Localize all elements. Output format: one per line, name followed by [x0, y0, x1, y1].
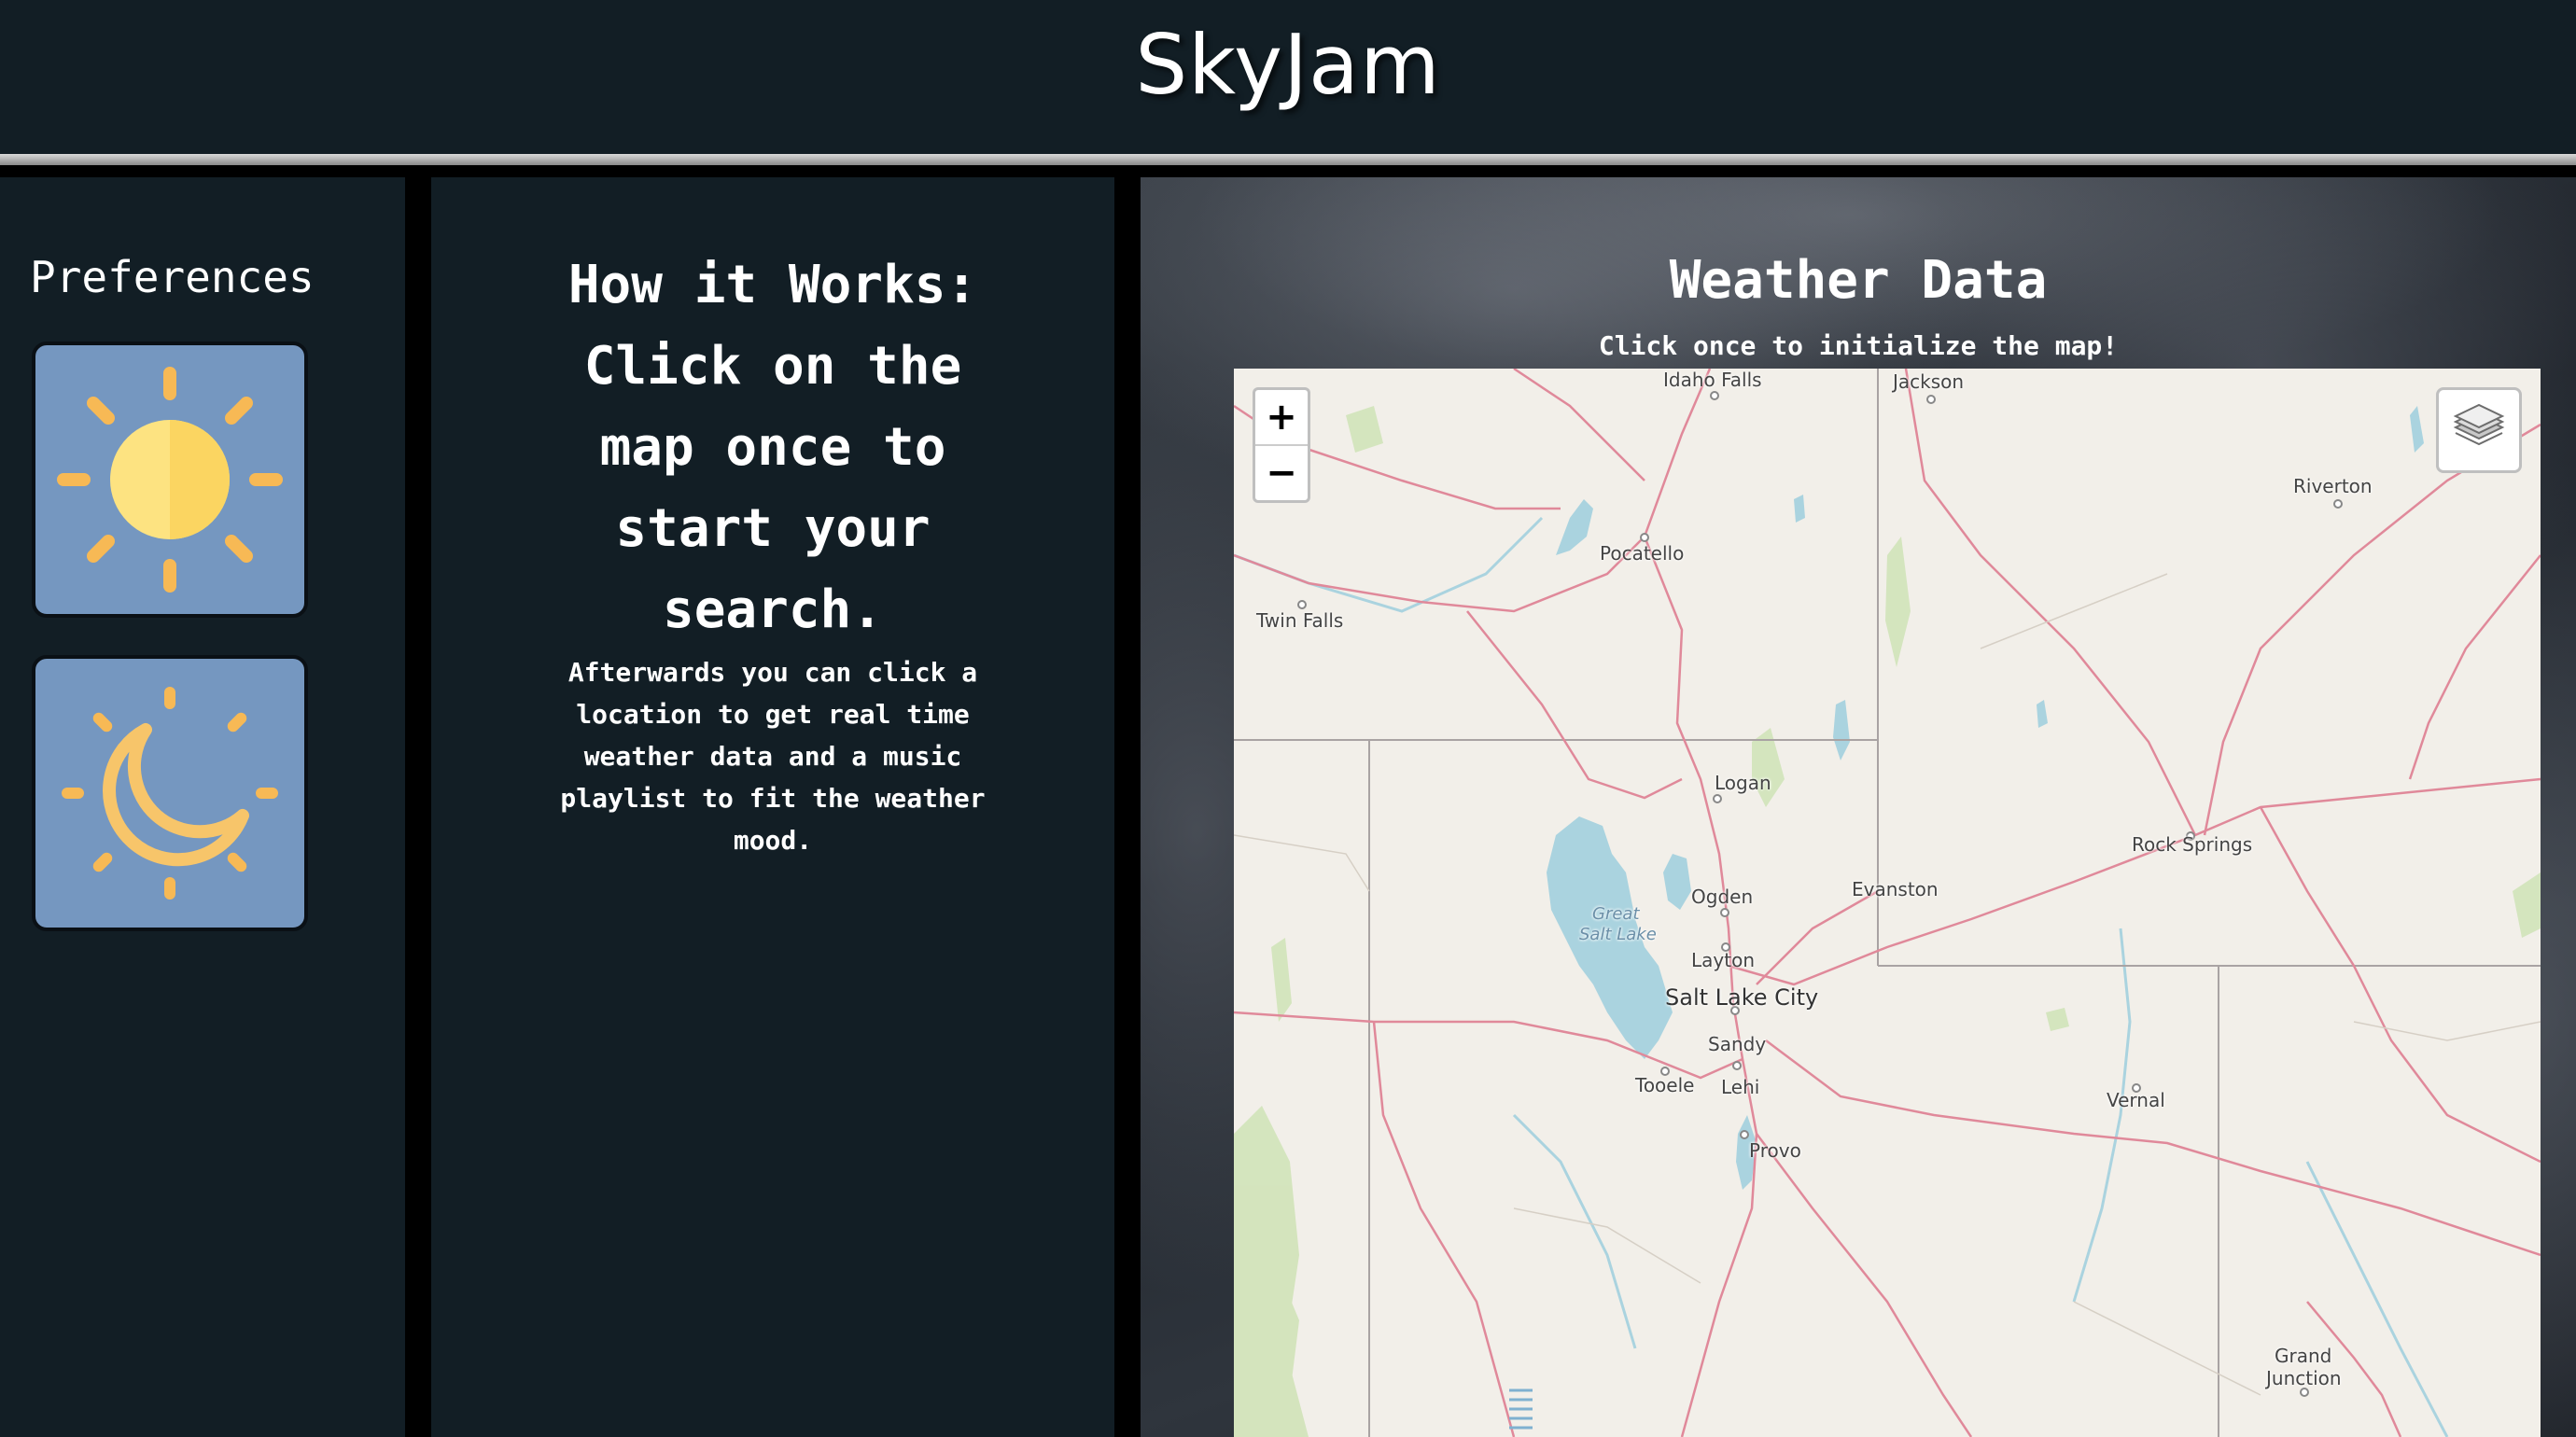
- city-marker: [1297, 600, 1307, 609]
- map-label-tooele: Tooele: [1635, 1074, 1695, 1096]
- map-label-great: Great: [1592, 904, 1640, 924]
- map-label-salt-lake: Salt Lake: [1579, 925, 1657, 944]
- map-label-provo: Provo: [1749, 1139, 1801, 1162]
- sunny-preference-button[interactable]: [32, 342, 308, 618]
- city-marker: [1713, 794, 1722, 803]
- weather-title: Weather Data: [1669, 250, 2048, 311]
- zoom-control: + −: [1253, 387, 1310, 503]
- how-title-line: search.: [662, 579, 883, 640]
- app-header: SkyJam: [0, 0, 2576, 154]
- map-label-riverton: Riverton: [2293, 475, 2373, 497]
- map-label-grand: Grand: [2275, 1345, 2332, 1367]
- app-title: SkyJam: [1135, 17, 1441, 113]
- map-label-layton: Layton: [1691, 949, 1755, 971]
- moon-icon: [62, 687, 278, 900]
- zoom-in-button[interactable]: +: [1255, 390, 1308, 446]
- description-line: playlist to fit the weather: [560, 783, 986, 814]
- city-marker: [1926, 395, 1936, 404]
- map-label-ogden: Ogden: [1691, 886, 1754, 908]
- weather-map[interactable]: Idaho Falls Jackson Riverton Pocatello T…: [1234, 369, 2541, 1437]
- map-label-evanston: Evanston: [1852, 878, 1939, 900]
- map-label-pocatello: Pocatello: [1600, 542, 1685, 565]
- description-line: location to get real time: [576, 699, 970, 730]
- map-label-jackson: Jackson: [1893, 370, 1965, 393]
- city-marker: [2333, 499, 2343, 509]
- weather-data-panel: Weather Data Click once to initialize th…: [1141, 177, 2576, 1437]
- description-line: weather data and a music: [583, 741, 962, 772]
- map-label-vernal: Vernal: [2107, 1089, 2165, 1111]
- how-it-works-panel: How it Works: Click on the map once to s…: [431, 177, 1114, 1437]
- map-label-twin-falls: Twin Falls: [1256, 609, 1344, 632]
- sun-icon: [57, 367, 283, 593]
- map-label-salt-lake-city: Salt Lake City: [1665, 984, 1819, 1011]
- city-marker: [1740, 1130, 1749, 1139]
- how-it-works-description: Afterwards you can click a location to g…: [534, 651, 1012, 861]
- description-line: Afterwards you can click a: [567, 657, 978, 688]
- city-marker: [1640, 533, 1649, 542]
- map-tiles: [1234, 369, 2541, 1437]
- map-label-rock-springs: Rock Springs: [2132, 833, 2253, 856]
- how-it-works-title: How it Works: Click on the map once to s…: [431, 244, 1114, 650]
- description-line: mood.: [733, 825, 813, 856]
- map-label-sandy: Sandy: [1708, 1033, 1767, 1055]
- map-label-junction: Junction: [2266, 1367, 2342, 1389]
- map-label-logan: Logan: [1715, 772, 1771, 794]
- city-marker: [1710, 391, 1719, 400]
- how-title-line: map once to: [599, 417, 946, 478]
- map-label-lehi: Lehi: [1721, 1076, 1760, 1098]
- how-title-line: start your: [615, 498, 931, 559]
- header-divider: [0, 154, 2576, 165]
- city-marker: [1732, 1061, 1742, 1070]
- night-preference-button[interactable]: [32, 655, 308, 931]
- how-title-line: Click on the: [583, 336, 962, 397]
- layers-icon: [2453, 403, 2505, 446]
- preferences-panel: Preferences: [0, 177, 405, 1437]
- city-marker: [1720, 908, 1729, 917]
- how-title-line: How it Works:: [567, 255, 978, 315]
- zoom-out-button[interactable]: −: [1255, 446, 1308, 500]
- weather-instruction: Click once to initialize the map!: [1598, 330, 2119, 361]
- layers-button[interactable]: [2436, 387, 2522, 473]
- preferences-title: Preferences: [30, 252, 315, 302]
- map-label-idaho-falls: Idaho Falls: [1663, 369, 1762, 391]
